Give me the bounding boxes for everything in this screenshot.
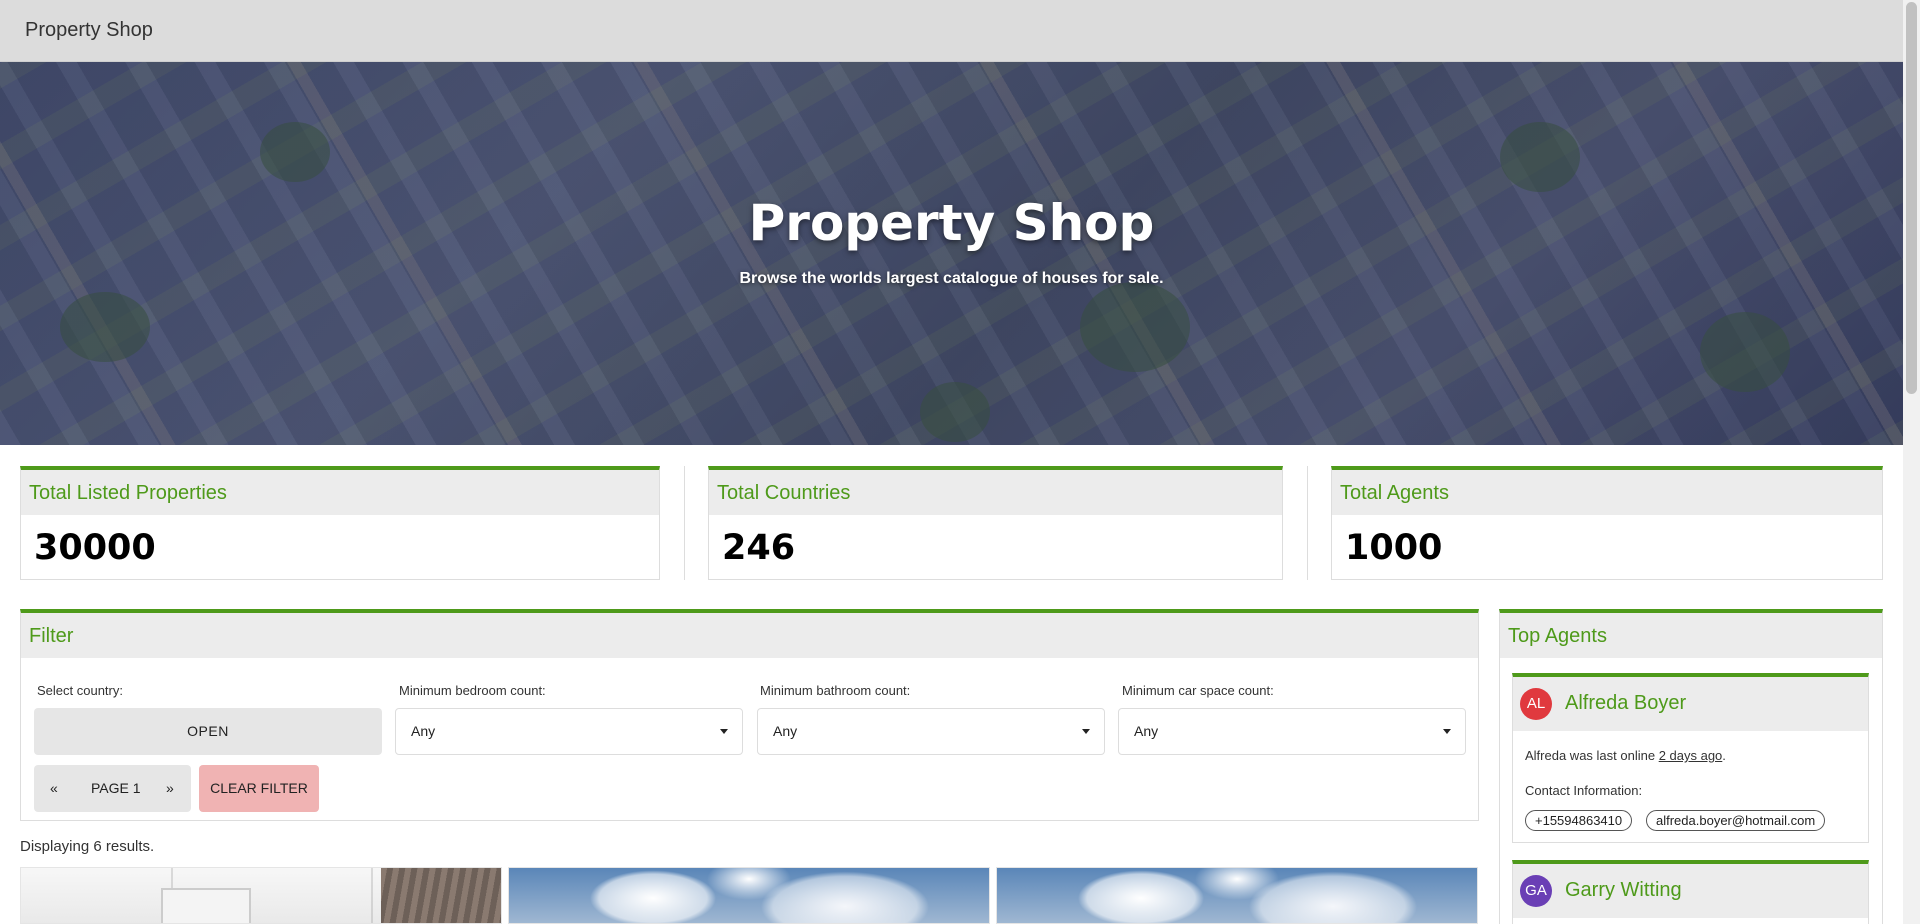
car-space-select-value: Any [1134, 723, 1159, 739]
stat-divider [1307, 466, 1308, 580]
agent-name[interactable]: Alfreda Boyer [1565, 692, 1686, 715]
clear-filter-button[interactable]: CLEAR FILTER [199, 765, 319, 812]
stat-card-countries: Total Countries 246 [708, 466, 1283, 580]
stat-card-properties: Total Listed Properties 30000 [20, 466, 660, 580]
bathroom-select-value: Any [773, 723, 798, 739]
stat-card-agents: Total Agents 1000 [1331, 466, 1883, 580]
stat-value: 246 [722, 528, 796, 568]
agent-card: GA Garry Witting [1512, 860, 1869, 924]
last-online-time[interactable]: 2 days ago [1659, 748, 1723, 763]
top-agents-title: Top Agents [1500, 613, 1882, 658]
agent-last-online: Alfreda was last online 2 days ago. [1525, 748, 1726, 763]
country-open-button[interactable]: OPEN [34, 708, 382, 755]
scrollbar-thumb[interactable] [1906, 2, 1917, 394]
email-chip[interactable]: alfreda.boyer@hotmail.com [1646, 810, 1826, 831]
avatar: GA [1520, 875, 1552, 907]
navbar-brand[interactable]: Property Shop [25, 19, 153, 42]
top-agents-panel: Top Agents AL Alfreda Boyer Alfreda was … [1499, 609, 1883, 924]
page-indicator: PAGE 1 [91, 780, 141, 796]
bathroom-label: Minimum bathroom count: [760, 683, 911, 698]
bathroom-select[interactable]: Any [757, 708, 1105, 755]
prev-page-button[interactable]: « [50, 780, 58, 796]
stat-label: Total Agents [1332, 470, 1882, 515]
agent-name[interactable]: Garry Witting [1565, 879, 1682, 902]
stat-divider [684, 466, 685, 580]
hero-title: Property Shop [748, 194, 1155, 252]
chevron-down-icon [1082, 729, 1090, 734]
pagination: « PAGE 1 » [34, 765, 191, 812]
results-count: Displaying 6 results. [20, 838, 155, 855]
property-card-image[interactable] [996, 867, 1478, 924]
agent-card: AL Alfreda Boyer Alfreda was last online… [1512, 673, 1869, 843]
range-hood-decoration [381, 868, 501, 923]
bedroom-select[interactable]: Any [395, 708, 743, 755]
hero-subtitle: Browse the worlds largest catalogue of h… [739, 270, 1164, 287]
car-space-select[interactable]: Any [1118, 708, 1466, 755]
property-card-image[interactable] [20, 867, 502, 924]
chevron-down-icon [1443, 729, 1451, 734]
navbar: Property Shop [0, 0, 1903, 62]
property-card-image[interactable] [508, 867, 990, 924]
filter-panel: Filter Select country: Minimum bedroom c… [20, 609, 1479, 821]
stat-label: Total Countries [709, 470, 1282, 515]
next-page-button[interactable]: » [166, 780, 174, 796]
contact-label: Contact Information: [1525, 783, 1643, 798]
stat-value: 30000 [34, 528, 156, 568]
bedroom-label: Minimum bedroom count: [399, 683, 546, 698]
bedroom-select-value: Any [411, 723, 436, 739]
stat-label: Total Listed Properties [21, 470, 659, 515]
agent-card-header: AL Alfreda Boyer [1513, 677, 1868, 731]
filter-title: Filter [21, 613, 1478, 658]
page-scrollbar[interactable] [1903, 0, 1920, 924]
country-label: Select country: [37, 683, 123, 698]
avatar: AL [1520, 688, 1552, 720]
kitchen-cabinet-decoration [161, 888, 251, 923]
hero-overlay [0, 62, 1903, 445]
last-online-suffix: . [1722, 748, 1726, 763]
car-space-label: Minimum car space count: [1122, 683, 1274, 698]
stat-value: 1000 [1345, 528, 1443, 568]
agent-card-header: GA Garry Witting [1513, 864, 1868, 918]
hero-banner: Property Shop Browse the worlds largest … [0, 62, 1903, 445]
chevron-down-icon [720, 729, 728, 734]
phone-chip[interactable]: +15594863410 [1525, 810, 1633, 831]
last-online-prefix: Alfreda was last online [1525, 748, 1659, 763]
